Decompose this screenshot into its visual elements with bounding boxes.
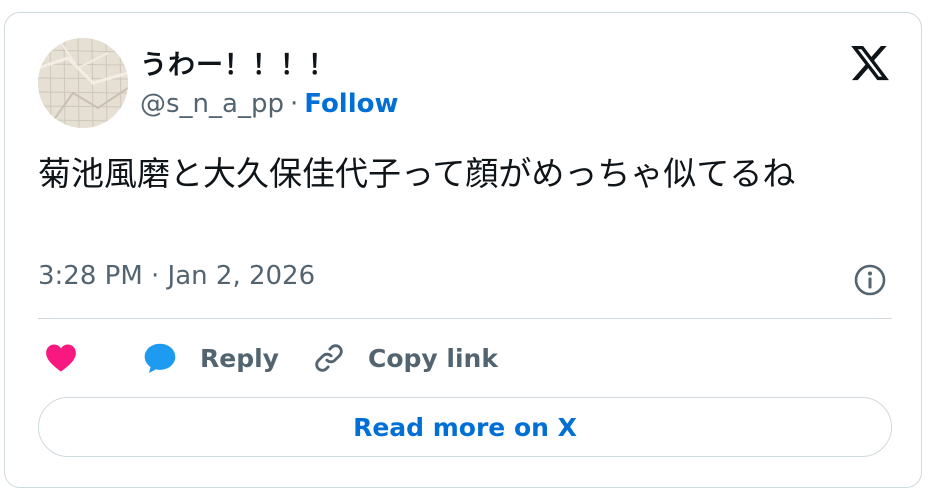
- copy-link-button[interactable]: Copy link: [312, 338, 498, 378]
- handle-row: @s_n_a_pp · Follow: [140, 89, 399, 119]
- divider: [38, 318, 892, 319]
- display-name[interactable]: うわー！！！！: [140, 43, 336, 82]
- tweet-text: 菊池風磨と大久保佳代子って顔がめっちゃ似てるね: [38, 154, 796, 193]
- reply-button[interactable]: Reply: [142, 338, 279, 378]
- separator-dot: ·: [289, 89, 299, 119]
- copy-link-label: Copy link: [368, 343, 498, 373]
- like-button[interactable]: [43, 338, 79, 378]
- avatar[interactable]: [38, 38, 128, 128]
- read-more-button[interactable]: Read more on X: [38, 397, 892, 457]
- link-icon: [315, 344, 343, 372]
- speech-bubble-icon: [144, 343, 176, 373]
- tweet-timestamp[interactable]: 3:28 PM · Jan 2, 2026: [38, 261, 315, 291]
- user-handle[interactable]: @s_n_a_pp: [140, 89, 284, 119]
- avatar-image: [38, 38, 128, 128]
- read-more-label: Read more on X: [353, 412, 577, 442]
- heart-icon: [46, 344, 76, 372]
- x-logo-icon[interactable]: [848, 42, 892, 84]
- reply-label: Reply: [200, 343, 279, 373]
- follow-button[interactable]: Follow: [304, 89, 398, 119]
- tweet-card: うわー！！！！ @s_n_a_pp · Follow 菊池風磨と大久保佳代子って顔が…: [4, 12, 922, 488]
- info-icon[interactable]: [853, 263, 887, 297]
